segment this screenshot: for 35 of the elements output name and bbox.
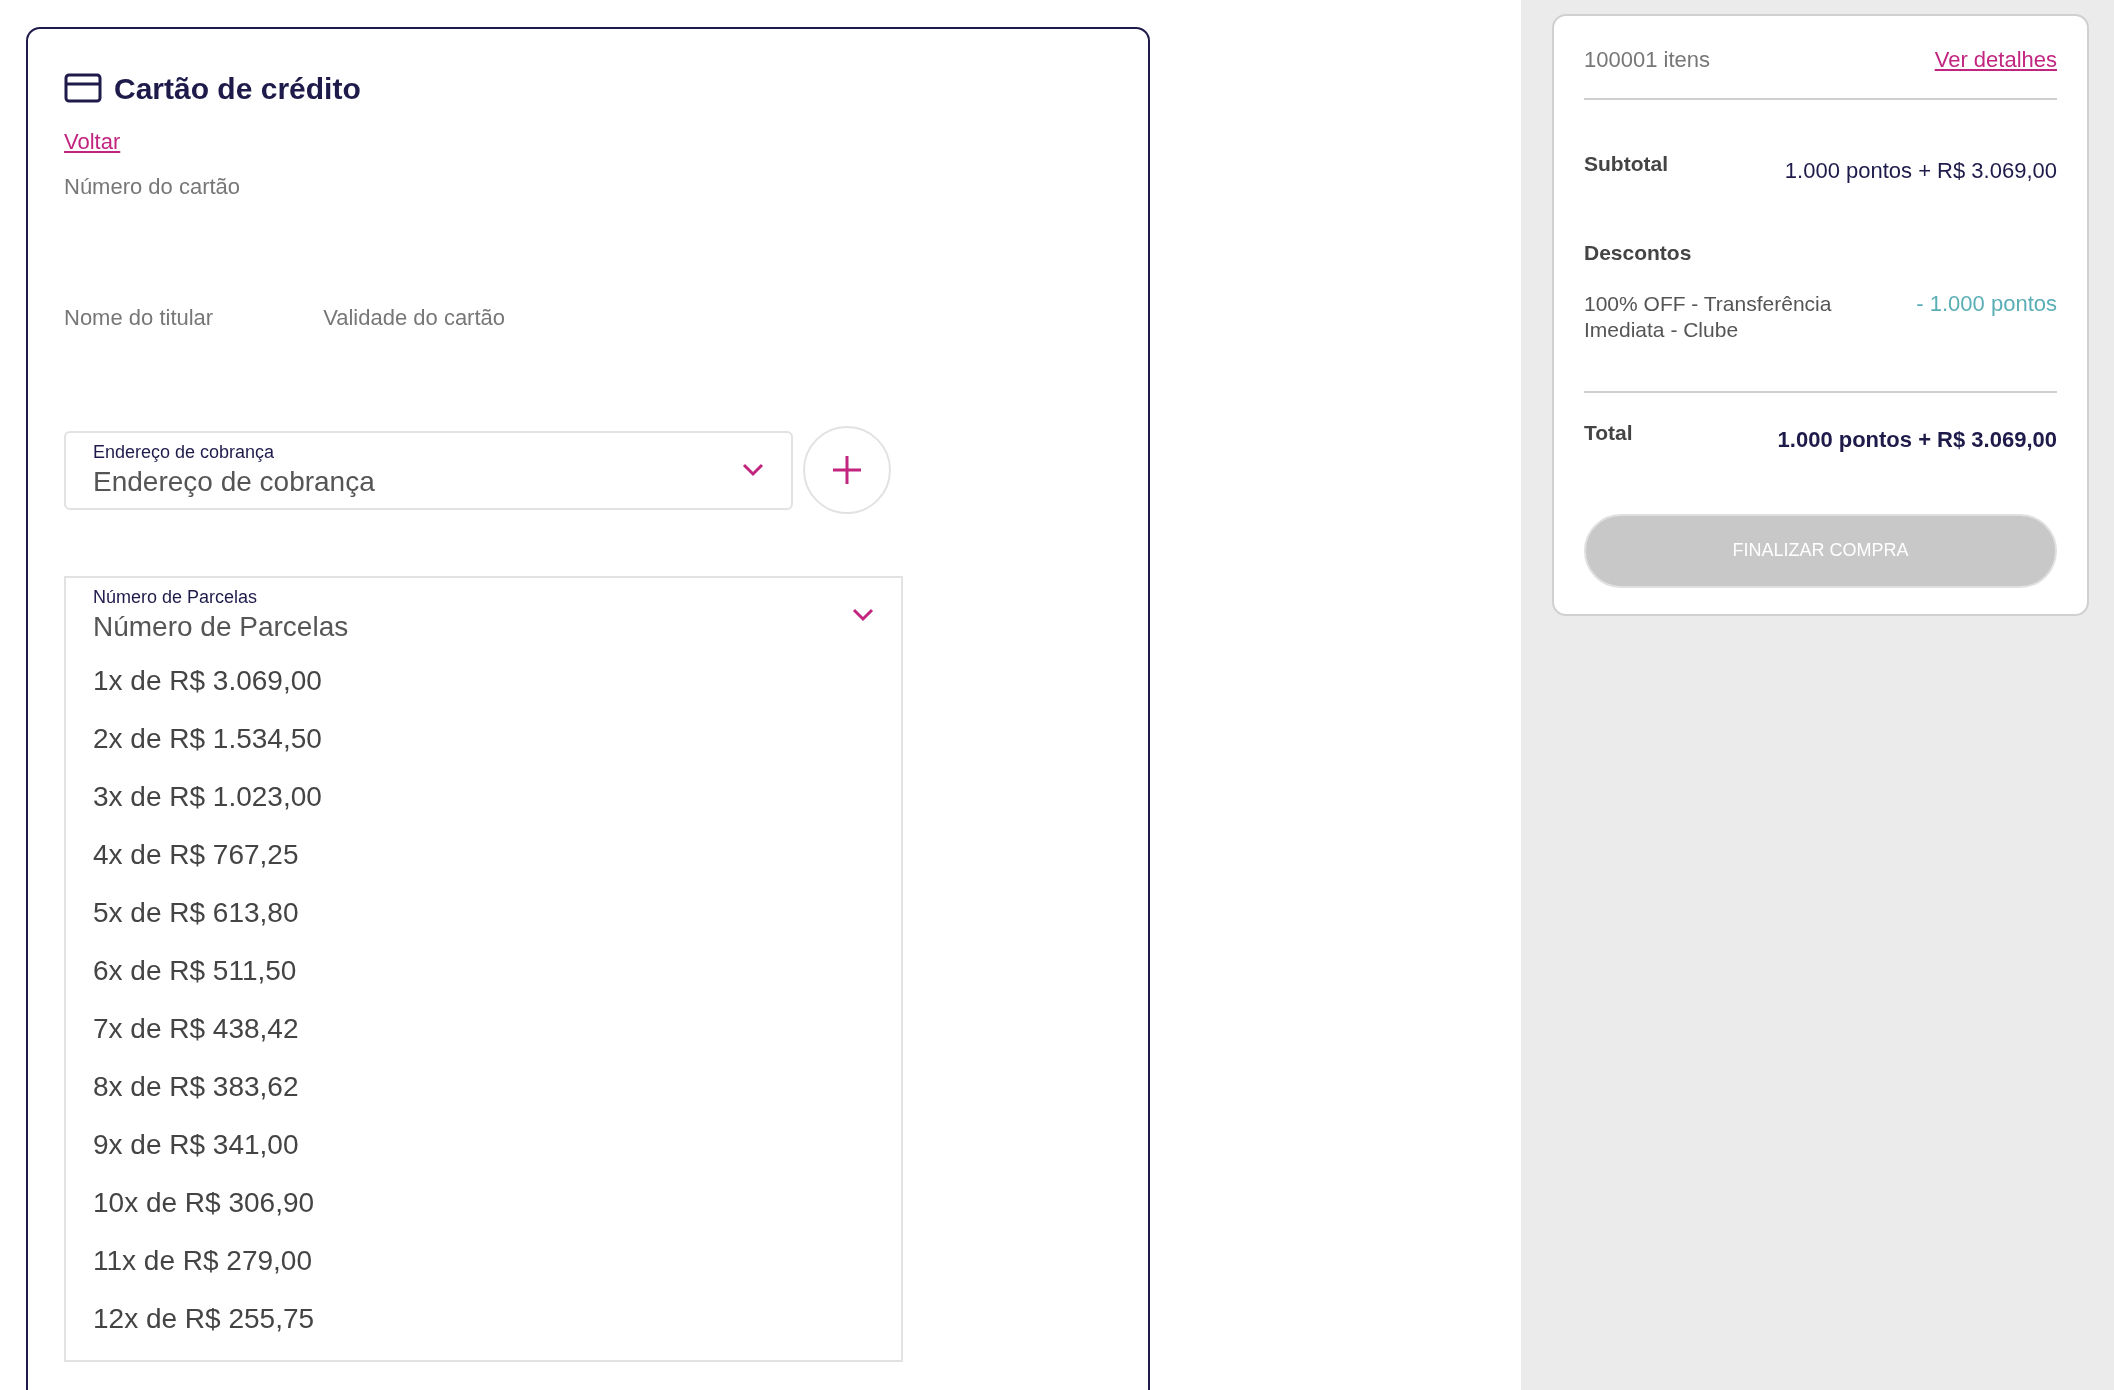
chevron-down-icon <box>742 463 764 477</box>
installment-option[interactable]: 5x de R$ 613,80 <box>93 892 299 934</box>
billing-address-select[interactable]: Endereço de cobrança Endereço de cobrança <box>64 430 793 510</box>
installment-option[interactable]: 4x de R$ 767,25 <box>93 834 299 876</box>
details-link[interactable]: Ver detalhes <box>1934 43 2057 76</box>
placeholder-text: Endereço de cobrança <box>93 464 375 499</box>
field-label: Número do cartão <box>64 173 241 201</box>
field-label: Nome do titular <box>64 304 214 332</box>
plus-icon <box>832 455 862 485</box>
subtotal-value: 1.000 pontos + R$ 3.069,00 <box>1784 157 2057 185</box>
installment-option[interactable]: 7x de R$ 438,42 <box>93 1008 299 1050</box>
discounts-label: Descontos <box>1584 240 1692 266</box>
floating-label: Endereço de cobrança <box>93 441 276 464</box>
subtotal-label: Subtotal <box>1584 151 1668 177</box>
installment-option[interactable]: 8x de R$ 383,62 <box>93 1066 299 1108</box>
back-link[interactable]: Voltar <box>64 125 121 158</box>
installments-dropdown[interactable] <box>64 576 903 1362</box>
discount-value: - 1.000 pontos <box>1916 290 2057 318</box>
installment-option[interactable]: 12x de R$ 255,75 <box>93 1298 315 1340</box>
section-title: Cartão de crédito <box>114 70 361 107</box>
placeholder-text: Número de Parcelas <box>93 609 349 644</box>
floating-label: Número de Parcelas <box>93 586 259 609</box>
discount-name: 100% OFF - Transferência Imediata - Clube <box>1584 290 1833 343</box>
items-count: 100001 itens <box>1584 46 1710 74</box>
total-value: 1.000 pontos + R$ 3.069,00 <box>1777 425 2057 454</box>
credit-card-icon <box>64 73 102 103</box>
installment-option[interactable]: 2x de R$ 1.534,50 <box>93 718 322 760</box>
installment-option[interactable]: 6x de R$ 511,50 <box>93 950 297 992</box>
installment-option[interactable]: 1x de R$ 3.069,00 <box>93 660 322 702</box>
installment-option[interactable]: 9x de R$ 341,00 <box>93 1124 299 1166</box>
total-label: Total <box>1584 419 1633 446</box>
installment-option[interactable]: 11x de R$ 279,00 <box>93 1240 312 1282</box>
installment-option[interactable]: 10x de R$ 306,90 <box>93 1182 315 1224</box>
installment-option[interactable]: 3x de R$ 1.023,00 <box>93 776 322 818</box>
field-label: Validade do cartão <box>323 304 506 332</box>
